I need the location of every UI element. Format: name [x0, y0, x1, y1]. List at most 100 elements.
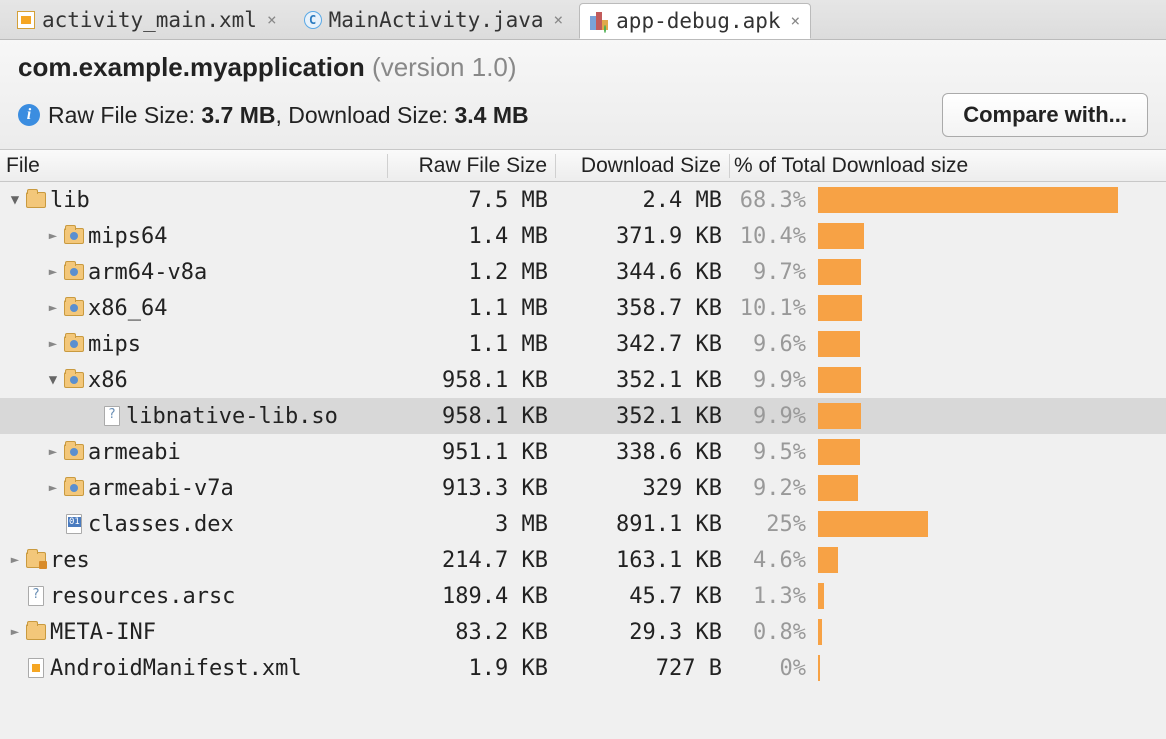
folder-icon [26, 191, 46, 209]
expand-arrow-icon[interactable] [8, 192, 22, 208]
percent-bar [812, 331, 1166, 357]
close-icon[interactable]: × [267, 10, 277, 29]
raw-size-value: 189.4 KB [388, 584, 556, 609]
table-row[interactable]: x86 958.1 KB352.1 KB9.9% [0, 362, 1166, 398]
folder-icon [64, 479, 84, 497]
download-size-value: 2.4 MB [556, 188, 730, 213]
table-row[interactable]: armeabi 951.1 KB338.6 KB9.5% [0, 434, 1166, 470]
file-name: res [50, 548, 90, 573]
expand-arrow-icon[interactable] [8, 624, 22, 640]
tab-app-debug-apk[interactable]: app-debug.apk × [579, 3, 811, 39]
package-name: com.example.myapplication [18, 52, 365, 82]
tab-label: activity_main.xml [42, 8, 257, 32]
percent-value: 10.1% [730, 296, 812, 321]
info-icon: i [18, 104, 40, 126]
table-row[interactable]: resources.arsc 189.4 KB45.7 KB1.3% [0, 578, 1166, 614]
expand-arrow-icon[interactable] [46, 228, 60, 244]
percent-value: 9.2% [730, 476, 812, 501]
table-row[interactable]: META-INF83.2 KB29.3 KB0.8% [0, 614, 1166, 650]
table-row[interactable]: lib7.5 MB2.4 MB68.3% [0, 182, 1166, 218]
expand-arrow-icon[interactable] [8, 552, 22, 568]
table-row[interactable]: classes.dex3 MB891.1 KB25% [0, 506, 1166, 542]
percent-bar [812, 547, 1166, 573]
percent-bar [812, 367, 1166, 393]
percent-value: 10.4% [730, 224, 812, 249]
expand-arrow-icon[interactable] [46, 372, 60, 388]
percent-value: 9.5% [730, 440, 812, 465]
table-row[interactable]: x86_641.1 MB358.7 KB10.1% [0, 290, 1166, 326]
java-icon: C [303, 11, 323, 29]
percent-bar [812, 655, 1166, 681]
download-size-value: 344.6 KB [556, 260, 730, 285]
table-row[interactable]: res214.7 KB163.1 KB4.6% [0, 542, 1166, 578]
raw-size-value: 958.1 KB [388, 368, 556, 393]
file-name: lib [50, 188, 90, 213]
file-name: armeabi [88, 440, 181, 465]
editor-tabs: activity_main.xml×CMainActivity.java×app… [0, 0, 1166, 40]
expand-arrow-icon[interactable] [46, 444, 60, 460]
table-row[interactable]: libnative-lib.so958.1 KB352.1 KB9.9% [0, 398, 1166, 434]
file-name: arm64-v8a [88, 260, 207, 285]
column-raw-size[interactable]: Raw File Size [388, 154, 556, 178]
download-size-value: 727 B [556, 656, 730, 681]
table-row[interactable]: arm64-v8a1.2 MB344.6 KB9.7% [0, 254, 1166, 290]
apk-icon [590, 12, 610, 30]
folder-icon [64, 227, 84, 245]
percent-value: 9.6% [730, 332, 812, 357]
download-size-value: 338.6 KB [556, 440, 730, 465]
percent-bar [812, 475, 1166, 501]
file-name: AndroidManifest.xml [50, 656, 302, 681]
expand-arrow-icon[interactable] [46, 336, 60, 352]
package-version: (version 1.0) [372, 52, 517, 82]
download-size-value: 329 KB [556, 476, 730, 501]
file-name: x86 [88, 368, 128, 393]
column-file[interactable]: File [0, 154, 388, 178]
raw-size-value: 3 MB [388, 512, 556, 537]
close-icon[interactable]: × [791, 11, 801, 30]
percent-value: 1.3% [730, 584, 812, 609]
column-percent[interactable]: % of Total Download size [730, 154, 1166, 178]
table-row[interactable]: AndroidManifest.xml 1.9 KB727 B0% [0, 650, 1166, 686]
file-name: libnative-lib.so [126, 404, 338, 429]
raw-size-value: 1.9 KB [388, 656, 556, 681]
table-row[interactable]: armeabi-v7a913.3 KB329 KB9.2% [0, 470, 1166, 506]
file-name: mips [88, 332, 141, 357]
close-icon[interactable]: × [554, 10, 564, 29]
compare-with-button[interactable]: Compare with... [942, 93, 1148, 137]
tab-label: app-debug.apk [616, 9, 780, 33]
raw-size-value: 951.1 KB [388, 440, 556, 465]
tab-activity-main-xml[interactable]: activity_main.xml × [6, 2, 287, 38]
file-name: armeabi-v7a [88, 476, 234, 501]
column-download-size[interactable]: Download Size [556, 154, 730, 178]
raw-size-value: 1.1 MB [388, 296, 556, 321]
percent-value: 25% [730, 512, 812, 537]
percent-bar [812, 223, 1166, 249]
raw-size-value: 958.1 KB [388, 404, 556, 429]
raw-size-value: 83.2 KB [388, 620, 556, 645]
percent-value: 9.9% [730, 368, 812, 393]
file-name: resources.arsc [50, 584, 235, 609]
expand-arrow-icon[interactable] [46, 480, 60, 496]
file-tree-body: lib7.5 MB2.4 MB68.3%mips641.4 MB371.9 KB… [0, 182, 1166, 686]
percent-bar [812, 439, 1166, 465]
download-size-value: 342.7 KB [556, 332, 730, 357]
percent-value: 0.8% [730, 620, 812, 645]
percent-value: 0% [730, 656, 812, 681]
download-size-value: 45.7 KB [556, 584, 730, 609]
expand-arrow-icon[interactable] [46, 300, 60, 316]
download-size-value: 29.3 KB [556, 620, 730, 645]
expand-arrow-icon[interactable] [46, 264, 60, 280]
table-row[interactable]: mips641.4 MB371.9 KB10.4% [0, 218, 1166, 254]
folder-icon [64, 335, 84, 353]
download-size-value: 352.1 KB [556, 368, 730, 393]
file-name: mips64 [88, 224, 167, 249]
percent-value: 9.9% [730, 404, 812, 429]
size-summary: Raw File Size: 3.7 MB, Download Size: 3.… [48, 102, 529, 129]
tab-mainactivity-java[interactable]: CMainActivity.java× [293, 2, 574, 38]
percent-bar [812, 619, 1166, 645]
table-header: File Raw File Size Download Size % of To… [0, 150, 1166, 182]
folder-icon [26, 623, 46, 641]
download-size-value: 358.7 KB [556, 296, 730, 321]
raw-size-value: 214.7 KB [388, 548, 556, 573]
table-row[interactable]: mips1.1 MB342.7 KB9.6% [0, 326, 1166, 362]
